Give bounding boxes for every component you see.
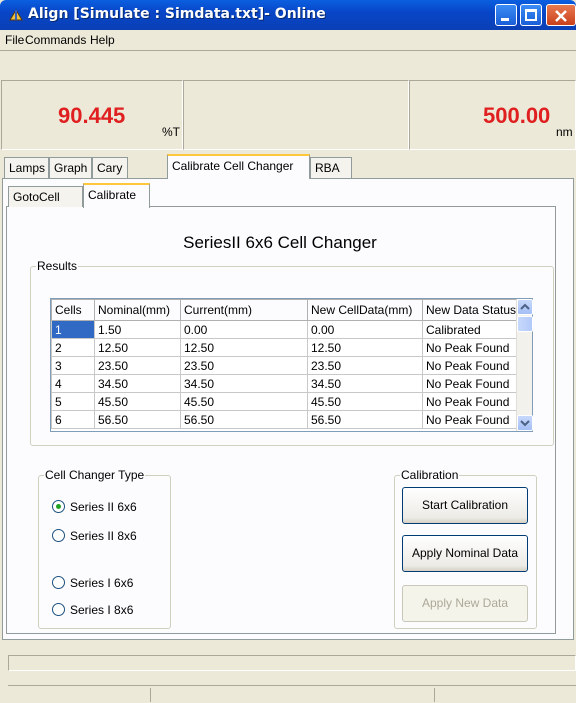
table-row[interactable]: 2 12.50 12.50 12.50 No Peak Found xyxy=(51,338,518,357)
menu-commands[interactable]: Commands xyxy=(25,33,86,47)
status-divider xyxy=(150,688,151,702)
tab-rba[interactable]: RBA xyxy=(310,157,352,178)
start-calibration-button[interactable]: Start Calibration xyxy=(402,487,528,524)
progress-bar xyxy=(8,655,576,671)
table-row[interactable]: 6 56.50 56.50 56.50 No Peak Found xyxy=(51,410,518,429)
table-cell[interactable]: 12.50 xyxy=(307,338,423,357)
radio-series-ii-8x6[interactable]: Series II 8x6 xyxy=(52,529,137,543)
table-cell[interactable]: 5 xyxy=(51,392,95,411)
table-cell[interactable]: 6 xyxy=(51,410,95,429)
transmittance-value: 90.445 xyxy=(58,103,126,128)
status-bar xyxy=(8,685,576,703)
table-cell[interactable]: 34.50 xyxy=(94,374,181,393)
table-cell[interactable]: 1.50 xyxy=(94,320,181,339)
results-table: Cells Nominal(mm) Current(mm) New CellData(… xyxy=(51,299,518,429)
radio-label: Series I 6x6 xyxy=(70,576,134,590)
radio-series-ii-6x6[interactable]: Series II 6x6 xyxy=(52,500,137,514)
results-scrollbar[interactable] xyxy=(516,299,533,431)
radio-button-icon[interactable] xyxy=(52,603,65,616)
results-grid[interactable]: Cells Nominal(mm) Current(mm) New CellData(… xyxy=(50,298,533,432)
chevron-up-icon xyxy=(520,303,530,310)
table-cell[interactable]: 34.50 xyxy=(307,374,423,393)
column-header[interactable]: New CellData(mm) xyxy=(307,299,423,321)
radio-label: Series II 8x6 xyxy=(70,529,137,543)
table-cell[interactable]: 45.50 xyxy=(307,392,423,411)
menu-bar xyxy=(0,30,576,50)
scroll-down-button[interactable] xyxy=(517,415,533,431)
table-cell[interactable]: 56.50 xyxy=(180,410,308,429)
table-cell[interactable]: Calibrated xyxy=(422,320,518,339)
tab-calibrate-cell-changer[interactable]: Calibrate Cell Changer xyxy=(167,154,310,179)
table-cell[interactable]: 56.50 xyxy=(94,410,181,429)
table-cell[interactable]: No Peak Found xyxy=(422,338,518,357)
middle-panel xyxy=(183,80,409,150)
window-title: Align [Simulate : Simdata.txt]- Online xyxy=(28,6,326,22)
cell-changer-type-label: Cell Changer Type xyxy=(44,468,146,482)
column-header[interactable]: Current(mm) xyxy=(180,299,308,321)
minimize-icon xyxy=(501,18,509,21)
cell-changer-title: SeriesII 6x6 Cell Changer xyxy=(183,233,377,252)
calibration-label: Calibration xyxy=(400,468,460,482)
radio-label: Series II 6x6 xyxy=(70,500,137,514)
subtab-calibrate[interactable]: Calibrate xyxy=(83,183,150,208)
table-cell[interactable]: 45.50 xyxy=(180,392,308,411)
chevron-down-icon xyxy=(520,420,530,427)
radio-button-icon[interactable] xyxy=(52,529,65,542)
subtab-gotocell[interactable]: GotoCell xyxy=(8,186,83,207)
maximize-icon xyxy=(525,9,537,21)
tab-graph[interactable]: Graph xyxy=(49,157,92,178)
column-header[interactable]: Nominal(mm) xyxy=(94,299,181,321)
menu-file[interactable]: File xyxy=(5,33,24,47)
table-cell[interactable]: 2 xyxy=(51,338,95,357)
table-cell[interactable]: No Peak Found xyxy=(422,356,518,375)
close-button[interactable] xyxy=(546,4,576,26)
scroll-thumb[interactable] xyxy=(517,316,533,332)
results-label: Results xyxy=(36,259,79,273)
table-row[interactable]: 1 1.50 0.00 0.00 Calibrated xyxy=(51,320,518,339)
table-cell[interactable]: 34.50 xyxy=(180,374,308,393)
table-cell[interactable]: 23.50 xyxy=(307,356,423,375)
column-header[interactable]: New Data Status xyxy=(422,299,518,321)
apply-new-data-button[interactable]: Apply New Data xyxy=(402,585,528,622)
results-header-row: Cells Nominal(mm) Current(mm) New CellData(… xyxy=(51,299,518,321)
radio-label: Series I 8x6 xyxy=(70,603,134,617)
table-cell[interactable]: 3 xyxy=(51,356,95,375)
table-cell[interactable]: 56.50 xyxy=(307,410,423,429)
tab-lamps[interactable]: Lamps xyxy=(4,157,49,178)
table-cell[interactable]: 0.00 xyxy=(307,320,423,339)
radio-button-icon[interactable] xyxy=(52,500,65,513)
table-cell[interactable]: No Peak Found xyxy=(422,374,518,393)
status-divider xyxy=(434,688,435,702)
wavelength-unit: nm xyxy=(556,125,573,139)
scroll-up-button[interactable] xyxy=(517,299,533,315)
app-icon xyxy=(9,9,23,21)
table-cell[interactable]: No Peak Found xyxy=(422,410,518,429)
table-cell[interactable]: 12.50 xyxy=(180,338,308,357)
apply-nominal-data-button[interactable]: Apply Nominal Data xyxy=(402,535,528,572)
maximize-button[interactable] xyxy=(520,4,542,26)
table-cell[interactable]: 45.50 xyxy=(94,392,181,411)
table-cell[interactable]: 1 xyxy=(51,320,95,339)
column-header[interactable]: Cells xyxy=(51,299,95,321)
table-cell[interactable]: 12.50 xyxy=(94,338,181,357)
table-row[interactable]: 3 23.50 23.50 23.50 No Peak Found xyxy=(51,356,518,375)
table-cell[interactable]: 4 xyxy=(51,374,95,393)
minimize-button[interactable] xyxy=(495,4,517,26)
table-cell[interactable]: 0.00 xyxy=(180,320,308,339)
menu-help[interactable]: Help xyxy=(90,33,115,47)
table-cell[interactable]: No Peak Found xyxy=(422,392,518,411)
radio-series-i-6x6[interactable]: Series I 6x6 xyxy=(52,576,133,590)
close-icon xyxy=(555,10,567,22)
radio-series-i-8x6[interactable]: Series I 8x6 xyxy=(52,603,133,617)
table-cell[interactable]: 23.50 xyxy=(94,356,181,375)
table-cell[interactable]: 23.50 xyxy=(180,356,308,375)
table-row[interactable]: 5 45.50 45.50 45.50 No Peak Found xyxy=(51,392,518,411)
table-row[interactable]: 4 34.50 34.50 34.50 No Peak Found xyxy=(51,374,518,393)
radio-button-icon[interactable] xyxy=(52,576,65,589)
tab-cary[interactable]: Cary xyxy=(92,157,128,178)
wavelength-value: 500.00 xyxy=(483,103,551,128)
transmittance-unit: %T xyxy=(162,125,180,139)
